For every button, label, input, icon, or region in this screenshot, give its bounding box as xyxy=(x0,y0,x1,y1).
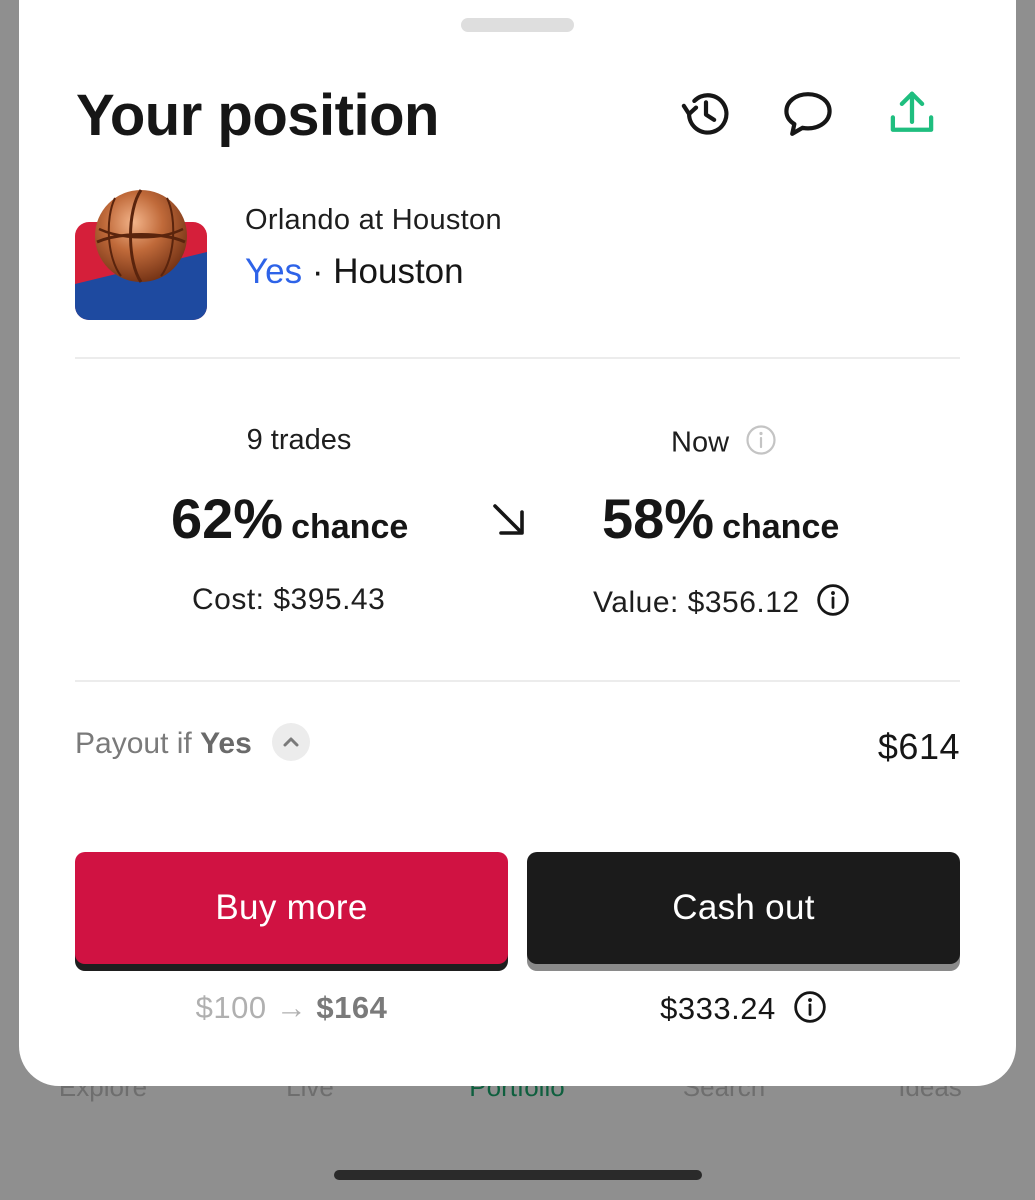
outcome-side: Yes xyxy=(245,252,303,291)
current-value: Value: $356.12 xyxy=(593,585,800,619)
now-unit: chance xyxy=(722,508,840,546)
now-percent: 58% xyxy=(602,487,715,550)
now-chance: 58% chance xyxy=(602,486,839,551)
info-icon[interactable] xyxy=(793,990,827,1032)
divider xyxy=(75,680,960,682)
entry-chance: 62% chance xyxy=(171,486,408,551)
market-thumbnail xyxy=(75,184,207,320)
position-sheet: Your position Orlando at Houston Yes · H… xyxy=(19,0,1016,1086)
cash-out-button[interactable]: Cash out xyxy=(527,852,960,964)
page-title: Your position xyxy=(76,83,439,148)
outcome-team: Houston xyxy=(333,252,464,291)
payout-value: $614 xyxy=(877,726,960,767)
entry-percent: 62% xyxy=(171,487,284,550)
payout-outcome: Yes xyxy=(200,727,252,760)
cost-value: Cost: $395.43 xyxy=(192,583,386,616)
buy-from: $100 xyxy=(195,990,267,1025)
info-icon[interactable] xyxy=(745,424,777,464)
buy-more-button[interactable]: Buy more xyxy=(75,852,508,964)
sheet-grabber[interactable] xyxy=(461,18,574,32)
buy-arrow: → xyxy=(275,990,308,1025)
payout-label: Payout if Yes xyxy=(75,727,252,761)
now-label: Now xyxy=(671,426,730,459)
divider xyxy=(75,357,960,359)
buy-to: $164 xyxy=(316,990,388,1025)
event-name: Orlando at Houston xyxy=(245,204,502,236)
value-row: Value: $356.12 xyxy=(593,583,850,625)
outcome-separator: · xyxy=(311,252,324,291)
outcome-line: Yes · Houston xyxy=(245,252,464,292)
home-indicator xyxy=(334,1170,702,1180)
payout-text: Payout if xyxy=(75,727,192,760)
trades-count: 9 trades xyxy=(246,424,352,456)
comment-icon[interactable] xyxy=(778,84,838,144)
cashout-amount: $333.24 xyxy=(660,991,776,1027)
payout-toggle-button[interactable] xyxy=(272,723,310,761)
arrow-down-right-icon xyxy=(489,500,529,540)
share-icon[interactable] xyxy=(882,84,942,144)
history-icon[interactable] xyxy=(676,84,736,144)
entry-unit: chance xyxy=(291,508,409,546)
info-icon[interactable] xyxy=(816,583,850,625)
cashout-amount-row: $333.24 xyxy=(471,990,1016,1032)
now-caption: Now xyxy=(671,424,791,464)
